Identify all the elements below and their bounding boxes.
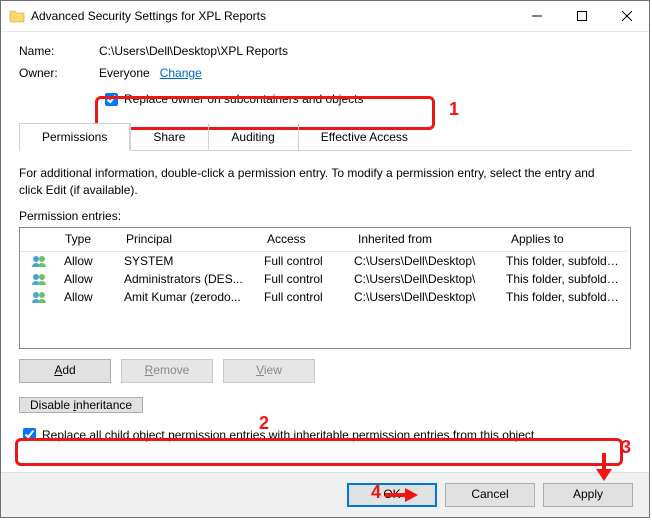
- cell-inherited: C:\Users\Dell\Desktop\: [348, 290, 500, 304]
- owner-label: Owner:: [19, 66, 99, 80]
- cell-applies: This folder, subfolders and files: [500, 254, 630, 268]
- add-button[interactable]: Add: [19, 359, 111, 383]
- cell-applies: This folder, subfolders and files: [500, 290, 630, 304]
- permission-header-row: Type Principal Access Inherited from App…: [20, 228, 630, 252]
- change-owner-link[interactable]: Change: [160, 66, 202, 80]
- cell-access: Full control: [258, 272, 348, 286]
- window: Advanced Security Settings for XPL Repor…: [0, 0, 650, 518]
- table-row[interactable]: Allow Amit Kumar (zerodo... Full control…: [20, 288, 630, 306]
- view-button: View: [223, 359, 315, 383]
- col-type[interactable]: Type: [59, 228, 120, 252]
- apply-button[interactable]: Apply: [543, 483, 633, 507]
- name-value: C:\Users\Dell\Desktop\XPL Reports: [99, 44, 288, 58]
- table-row[interactable]: Allow SYSTEM Full control C:\Users\Dell\…: [20, 252, 630, 270]
- cell-type: Allow: [58, 254, 118, 268]
- cell-type: Allow: [58, 290, 118, 304]
- maximize-button[interactable]: [559, 2, 604, 31]
- callout-3: 3: [621, 437, 631, 458]
- cell-access: Full control: [258, 290, 348, 304]
- cell-applies: This folder, subfolders and files: [500, 272, 630, 286]
- principal-icon: [20, 273, 58, 285]
- permission-table: Type Principal Access Inherited from App…: [19, 227, 631, 349]
- owner-value: Everyone: [99, 66, 150, 80]
- window-title: Advanced Security Settings for XPL Repor…: [31, 1, 514, 31]
- owner-row: Owner: Everyone Change: [19, 66, 631, 80]
- remove-button: Remove: [121, 359, 213, 383]
- col-principal[interactable]: Principal: [120, 228, 261, 252]
- close-button[interactable]: [604, 2, 649, 31]
- col-access[interactable]: Access: [261, 228, 352, 252]
- entries-label: Permission entries:: [19, 209, 631, 223]
- principal-icon: [20, 291, 58, 303]
- disable-inheritance-button[interactable]: Disable inheritance: [19, 397, 143, 413]
- entry-buttons-row: Add Remove View: [19, 359, 631, 383]
- content-area: Name: C:\Users\Dell\Desktop\XPL Reports …: [1, 32, 649, 445]
- header-spacer: [20, 228, 59, 252]
- callout-4: 4: [371, 482, 381, 503]
- tab-strip: Permissions Share Auditing Effective Acc…: [19, 122, 631, 151]
- col-inherited[interactable]: Inherited from: [352, 228, 505, 252]
- name-row: Name: C:\Users\Dell\Desktop\XPL Reports: [19, 44, 631, 58]
- info-text: For additional information, double-click…: [19, 165, 619, 199]
- cell-principal: Administrators (DES...: [118, 272, 258, 286]
- cell-principal: Amit Kumar (zerodo...: [118, 290, 258, 304]
- callout-1: 1: [449, 99, 459, 120]
- annotation-box-2: [15, 438, 623, 466]
- minimize-button[interactable]: [514, 2, 559, 31]
- dialog-footer: OK Cancel Apply: [1, 472, 649, 517]
- cell-inherited: C:\Users\Dell\Desktop\: [348, 272, 500, 286]
- permission-body: Allow SYSTEM Full control C:\Users\Dell\…: [20, 252, 630, 306]
- cell-inherited: C:\Users\Dell\Desktop\: [348, 254, 500, 268]
- tab-share[interactable]: Share: [130, 123, 208, 151]
- folder-icon: [9, 8, 25, 24]
- tab-auditing[interactable]: Auditing: [208, 123, 297, 151]
- disable-inheritance-row: Disable inheritance: [19, 395, 631, 415]
- table-row[interactable]: Allow Administrators (DES... Full contro…: [20, 270, 630, 288]
- cell-access: Full control: [258, 254, 348, 268]
- arrow-3-icon: [594, 453, 614, 483]
- principal-icon: [20, 255, 58, 267]
- cell-principal: SYSTEM: [118, 254, 258, 268]
- tab-effective-access[interactable]: Effective Access: [298, 123, 431, 151]
- name-label: Name:: [19, 44, 99, 58]
- cell-type: Allow: [58, 272, 118, 286]
- arrow-4-icon: [385, 487, 419, 503]
- cancel-button[interactable]: Cancel: [445, 483, 535, 507]
- titlebar: Advanced Security Settings for XPL Repor…: [1, 1, 649, 32]
- tab-permissions[interactable]: Permissions: [19, 123, 130, 151]
- col-applies[interactable]: Applies to: [505, 228, 630, 252]
